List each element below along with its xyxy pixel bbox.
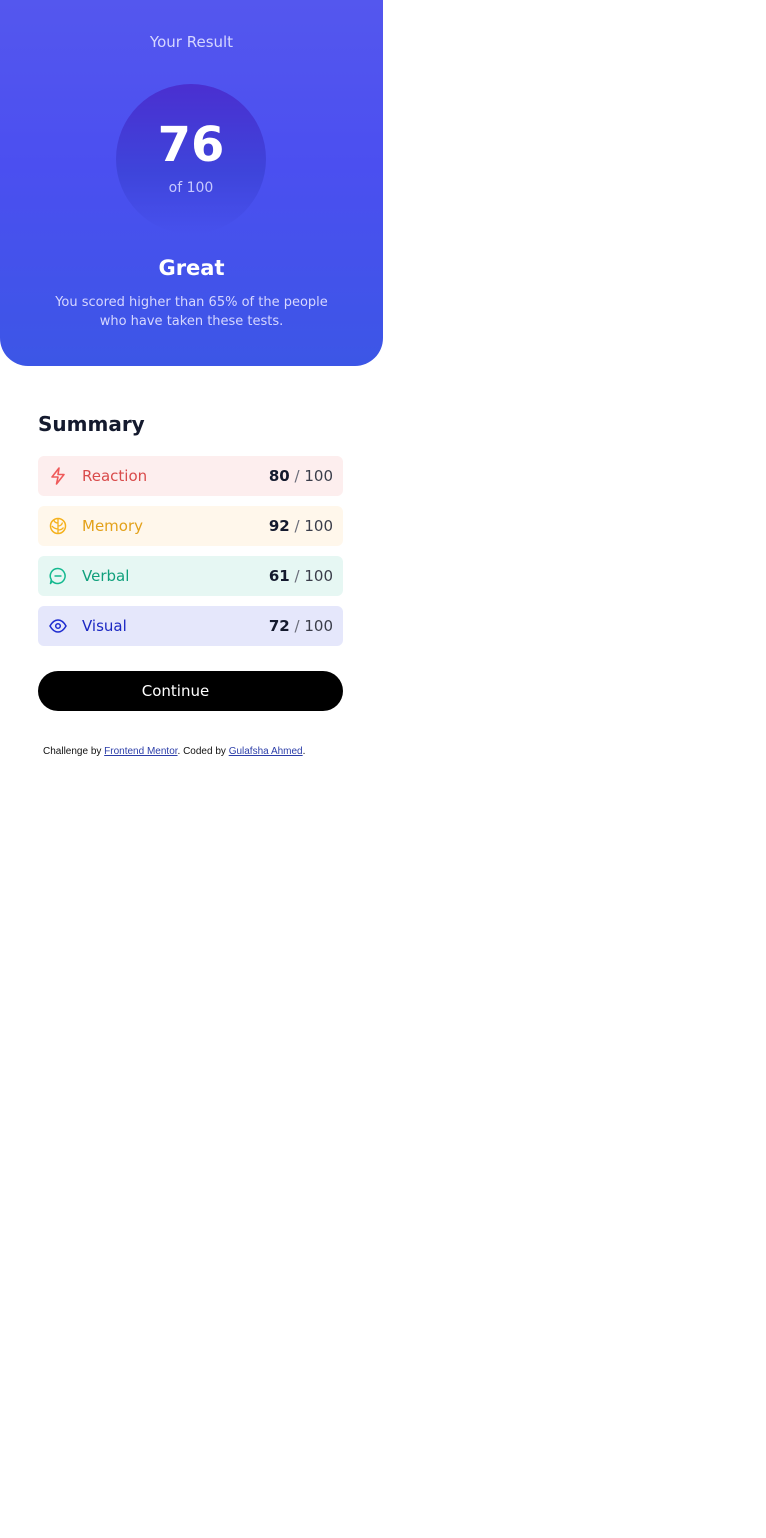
summary-item-score: 72 / 100 [268,617,333,635]
score-circle: 76 of 100 [116,84,266,234]
summary-item-label: Verbal [82,567,130,585]
result-panel: Your Result 76 of 100 Great You scored h… [0,0,383,366]
summary-item-visual: Visual 72 / 100 [38,606,343,646]
summary-item-label: Visual [82,617,127,635]
eye-icon [48,616,68,636]
summary-item-reaction: Reaction 80 / 100 [38,456,343,496]
summary-list: Reaction 80 / 100 Memory 92 / 100 Verbal… [38,456,343,656]
summary-item-verbal: Verbal 61 / 100 [38,556,343,596]
chat-bubble-icon [48,566,68,586]
lightning-icon [48,466,68,486]
summary-item-score: 80 / 100 [268,467,333,485]
score-value: 76 [157,117,225,173]
summary-title: Summary [38,412,145,436]
frontend-mentor-link[interactable]: Frontend Mentor [104,746,177,757]
summary-item-memory: Memory 92 / 100 [38,506,343,546]
result-heading: Your Result [149,33,234,51]
summary-item-label: Memory [82,517,144,535]
score-total: of 100 [168,180,214,196]
attribution-prefix: Challenge by [43,746,102,757]
attribution: Challenge by Frontend Mentor. Coded by G… [43,746,305,757]
author-link[interactable]: Gulafsha Ahmed [229,746,303,757]
summary-item-score: 92 / 100 [268,517,333,535]
rating-label: Great [158,256,225,280]
summary-item-label: Reaction [82,467,148,485]
attribution-middle: . Coded by [177,746,226,757]
summary-item-score: 61 / 100 [268,567,333,585]
attribution-suffix: . [302,746,306,757]
rating-description: You scored higher than 65% of the people… [55,295,328,329]
brain-icon [48,516,68,536]
continue-button[interactable]: Continue [38,671,343,711]
